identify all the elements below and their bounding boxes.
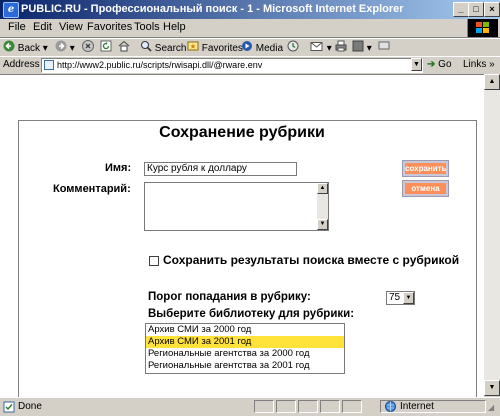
favorites-button[interactable]: Favorites bbox=[187, 40, 243, 55]
internet-zone-icon bbox=[385, 401, 396, 415]
status-pane bbox=[342, 400, 362, 413]
menu-favorites[interactable]: Favorites bbox=[87, 21, 132, 33]
media-label: Media bbox=[255, 43, 284, 55]
menu-edit[interactable]: Edit bbox=[33, 21, 52, 33]
print-button[interactable] bbox=[335, 40, 347, 55]
mail-button[interactable]: ▾ bbox=[310, 40, 332, 55]
back-dropdown-icon[interactable]: ▾ bbox=[43, 43, 48, 54]
library-label: Выберите библиотеку для рубрики: bbox=[148, 308, 355, 320]
library-option[interactable]: Региональные агентства за 2000 год bbox=[146, 348, 344, 360]
library-listbox[interactable]: Архив СМИ за 2000 год Архив СМИ за 2001 … bbox=[145, 323, 345, 374]
menu-help[interactable]: Help bbox=[163, 21, 186, 33]
mail-dropdown-icon[interactable]: ▾ bbox=[327, 43, 332, 54]
threshold-select[interactable]: 75 ▼ bbox=[386, 291, 415, 305]
status-pane bbox=[276, 400, 296, 413]
name-input[interactable]: Курс рубля к доллару bbox=[144, 162, 297, 176]
comment-label: Комментарий: bbox=[53, 183, 131, 195]
links-button[interactable]: Links » bbox=[463, 59, 495, 70]
library-option-selected[interactable]: Архив СМИ за 2001 год bbox=[146, 336, 344, 348]
library-option[interactable]: Архив СМИ за 2000 год bbox=[146, 324, 344, 336]
menu-view[interactable]: View bbox=[59, 21, 83, 33]
home-icon bbox=[118, 40, 130, 57]
save-results-checkbox[interactable] bbox=[149, 256, 159, 266]
search-icon bbox=[140, 40, 152, 57]
status-pane bbox=[298, 400, 318, 413]
done-icon bbox=[3, 401, 15, 416]
windows-logo-icon bbox=[467, 19, 498, 37]
menu-tools[interactable]: Tools bbox=[134, 21, 160, 33]
chevron-down-icon[interactable]: ▼ bbox=[403, 292, 414, 304]
scroll-down-icon[interactable]: ▼ bbox=[317, 219, 328, 230]
forward-dropdown-icon[interactable]: ▾ bbox=[70, 43, 75, 54]
mail-icon bbox=[310, 40, 324, 57]
refresh-icon bbox=[100, 40, 112, 57]
status-bar: Done Internet ◢ bbox=[0, 397, 500, 416]
save-button[interactable]: сохранить bbox=[402, 160, 449, 177]
cancel-button[interactable]: отмена bbox=[402, 180, 449, 197]
print-icon bbox=[335, 40, 347, 57]
status-text: Done bbox=[18, 401, 42, 412]
page-icon bbox=[44, 60, 54, 70]
name-label: Имя: bbox=[105, 162, 132, 174]
status-pane bbox=[254, 400, 274, 413]
history-button[interactable] bbox=[287, 40, 299, 55]
forward-button[interactable]: ▾ bbox=[55, 40, 75, 55]
toolbar: Back ▾ ▾ Search Favorites Media ▾ ▾ bbox=[0, 38, 500, 57]
links-chevron-icon: » bbox=[489, 59, 495, 70]
ie-icon: e bbox=[3, 2, 19, 18]
menu-bar: File Edit View Favorites Tools Help bbox=[0, 19, 500, 38]
edit-icon bbox=[352, 40, 364, 57]
scroll-up-icon[interactable]: ▲ bbox=[484, 74, 500, 90]
maximize-button[interactable]: □ bbox=[468, 2, 484, 17]
page-scrollbar[interactable]: ▲ ▼ bbox=[484, 74, 500, 396]
close-button[interactable]: × bbox=[484, 2, 500, 17]
history-icon bbox=[287, 40, 299, 57]
comment-scrollbar[interactable]: ▲ ▼ bbox=[317, 183, 328, 230]
favorites-icon bbox=[187, 40, 199, 57]
save-results-label[interactable]: Сохранить результаты поиска вместе с руб… bbox=[163, 253, 459, 267]
stop-icon bbox=[82, 40, 94, 57]
menu-file[interactable]: File bbox=[8, 21, 26, 33]
title-bar: e PUBLIC.RU - Профессиональный поиск - 1… bbox=[0, 0, 500, 19]
window-title: PUBLIC.RU - Профессиональный поиск - 1 -… bbox=[21, 3, 404, 15]
scroll-down-icon[interactable]: ▼ bbox=[484, 380, 500, 396]
stop-button[interactable] bbox=[82, 40, 94, 55]
status-pane bbox=[320, 400, 340, 413]
discuss-icon bbox=[378, 40, 390, 57]
go-label: Go bbox=[438, 59, 452, 70]
address-label: Address bbox=[3, 59, 40, 70]
go-button[interactable]: ➔ Go bbox=[427, 59, 452, 70]
address-dropdown-button[interactable]: ▼ bbox=[411, 58, 422, 71]
threshold-value: 75 bbox=[389, 292, 401, 303]
discuss-button[interactable] bbox=[378, 40, 390, 55]
back-label: Back bbox=[17, 43, 41, 55]
search-button[interactable]: Search bbox=[140, 40, 186, 55]
resize-grip-icon[interactable]: ◢ bbox=[488, 403, 494, 412]
search-label: Search bbox=[154, 43, 187, 55]
scroll-up-icon[interactable]: ▲ bbox=[317, 183, 328, 194]
page-title: Сохранение рубрики bbox=[159, 124, 325, 141]
back-button[interactable]: Back ▾ bbox=[3, 40, 48, 55]
media-icon bbox=[241, 40, 253, 57]
threshold-label: Порог попадания в рубрику: bbox=[148, 291, 311, 303]
minimize-button[interactable]: _ bbox=[453, 2, 469, 17]
page-viewport: Сохранение рубрики Имя: Курс рубля к дол… bbox=[0, 74, 484, 398]
back-arrow-icon bbox=[3, 40, 15, 57]
zone-label: Internet bbox=[400, 401, 434, 412]
home-button[interactable] bbox=[118, 40, 130, 55]
address-bar: Address http://www2.public.ru/scripts/rw… bbox=[0, 56, 500, 75]
forward-arrow-icon bbox=[55, 40, 67, 57]
links-label: Links bbox=[463, 59, 487, 70]
refresh-button[interactable] bbox=[100, 40, 112, 55]
address-url: http://www2.public.ru/scripts/rwisapi.dl… bbox=[57, 60, 263, 70]
comment-textarea[interactable]: ▲ ▼ bbox=[144, 182, 329, 231]
edit-dropdown-icon[interactable]: ▾ bbox=[367, 43, 372, 54]
go-arrow-icon: ➔ bbox=[427, 59, 436, 70]
edit-button[interactable]: ▾ bbox=[352, 40, 372, 55]
library-option[interactable]: Региональные агентства за 2001 год bbox=[146, 360, 344, 372]
favorites-label: Favorites bbox=[201, 43, 243, 55]
media-button[interactable]: Media bbox=[241, 40, 283, 55]
address-input[interactable]: http://www2.public.ru/scripts/rwisapi.dl… bbox=[41, 58, 423, 73]
